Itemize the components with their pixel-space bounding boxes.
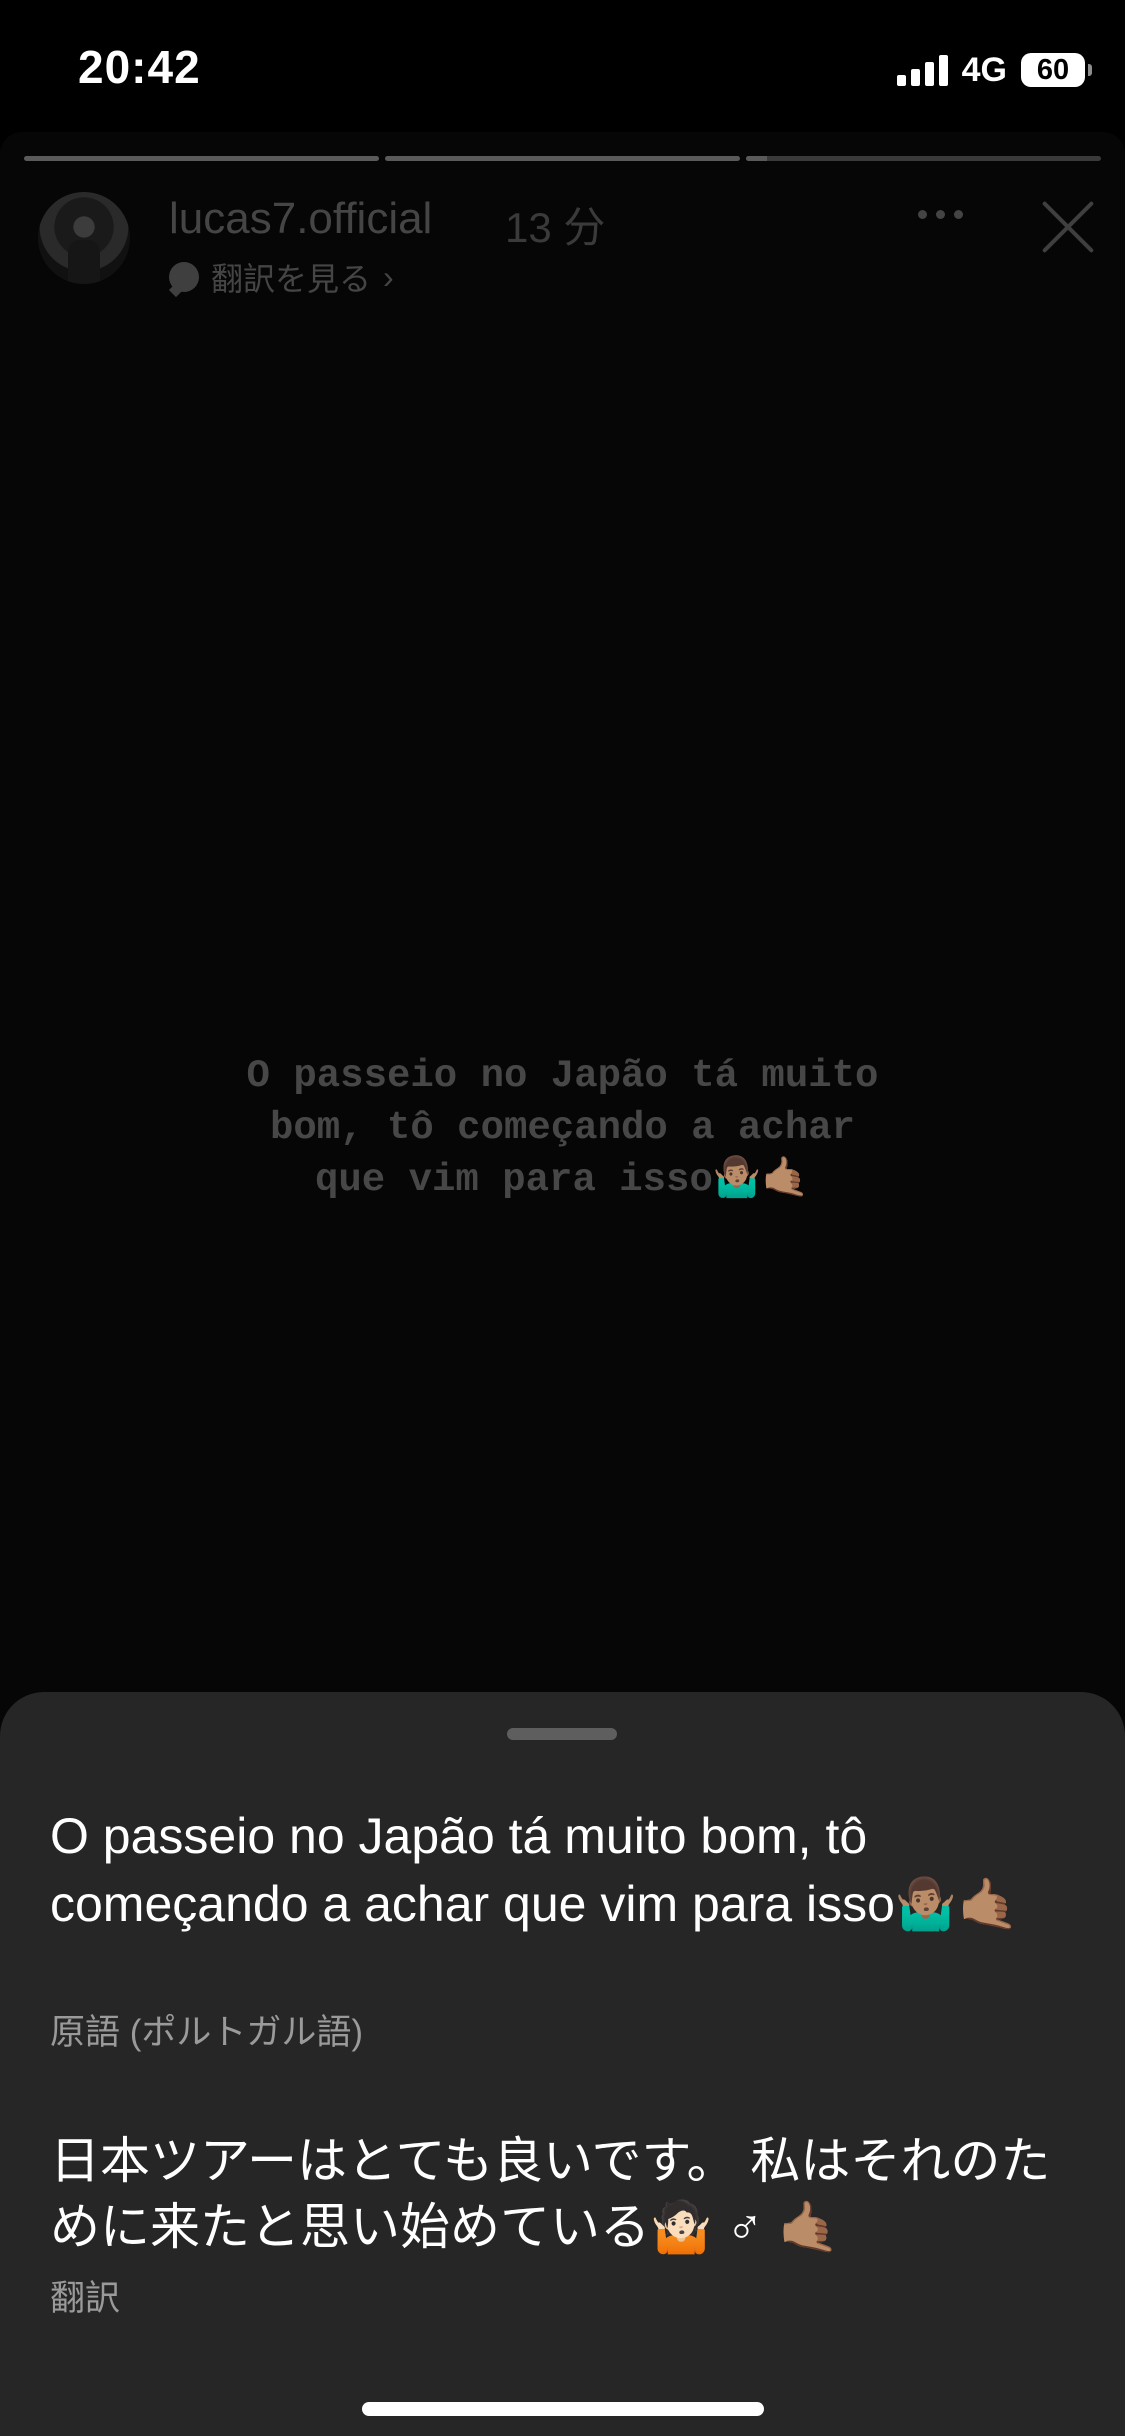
original-text: O passeio no Japão tá muito bom, tô come…: [50, 1808, 1020, 1932]
progress-fill: [385, 156, 740, 161]
network-label: 4G: [961, 50, 1007, 89]
story-text-line: O passeio no Japão tá muito: [246, 1054, 879, 1098]
speech-bubble-icon: [169, 262, 199, 292]
see-translation-link[interactable]: 翻訳を見る ›: [169, 254, 394, 300]
more-icon[interactable]: [918, 210, 963, 219]
progress-segment: [385, 156, 740, 161]
post-time: 13 分: [505, 204, 606, 251]
battery-icon: 60: [1021, 53, 1092, 87]
close-icon[interactable]: [1033, 192, 1103, 262]
story-text-line: que vim para isso🤷🏽‍♂️🤙🏽: [315, 1158, 810, 1202]
see-translation-label: 翻訳を見る: [211, 261, 372, 297]
translated-label: 翻訳: [50, 2279, 121, 2318]
progress-segment: [24, 156, 379, 161]
avatar[interactable]: [38, 192, 130, 284]
translated-text: 日本ツアーはとても良いです。 私はそれのために来たと思い始めている🤷🏻 ♂ 🤙🏽: [50, 2133, 1051, 2255]
username[interactable]: lucas7.official: [169, 194, 432, 244]
story-progress-bar: [24, 156, 1101, 161]
story-header: lucas7.official 13 分 翻訳を見る ›: [38, 192, 1088, 302]
translation-sheet[interactable]: O passeio no Japão tá muito bom, tô come…: [0, 1692, 1125, 2436]
status-indicators: 4G 60: [896, 48, 1092, 92]
story-text-line: bom, tô começando a achar: [269, 1106, 856, 1150]
progress-fill: [746, 156, 768, 161]
original-language-label: 原語 (ポルトガル語): [50, 2013, 364, 2052]
story-text: O passeio no Japão tá muito bom, tô come…: [150, 1050, 975, 1206]
home-indicator[interactable]: [362, 2402, 764, 2416]
sheet-grabber[interactable]: [507, 1728, 617, 1740]
progress-fill: [24, 156, 379, 161]
status-time: 20:42: [78, 41, 201, 93]
progress-segment: [746, 156, 1101, 161]
signal-icon: [896, 54, 948, 86]
chevron-right-icon: ›: [383, 258, 394, 295]
status-bar: 20:42 4G 60: [0, 0, 1125, 130]
